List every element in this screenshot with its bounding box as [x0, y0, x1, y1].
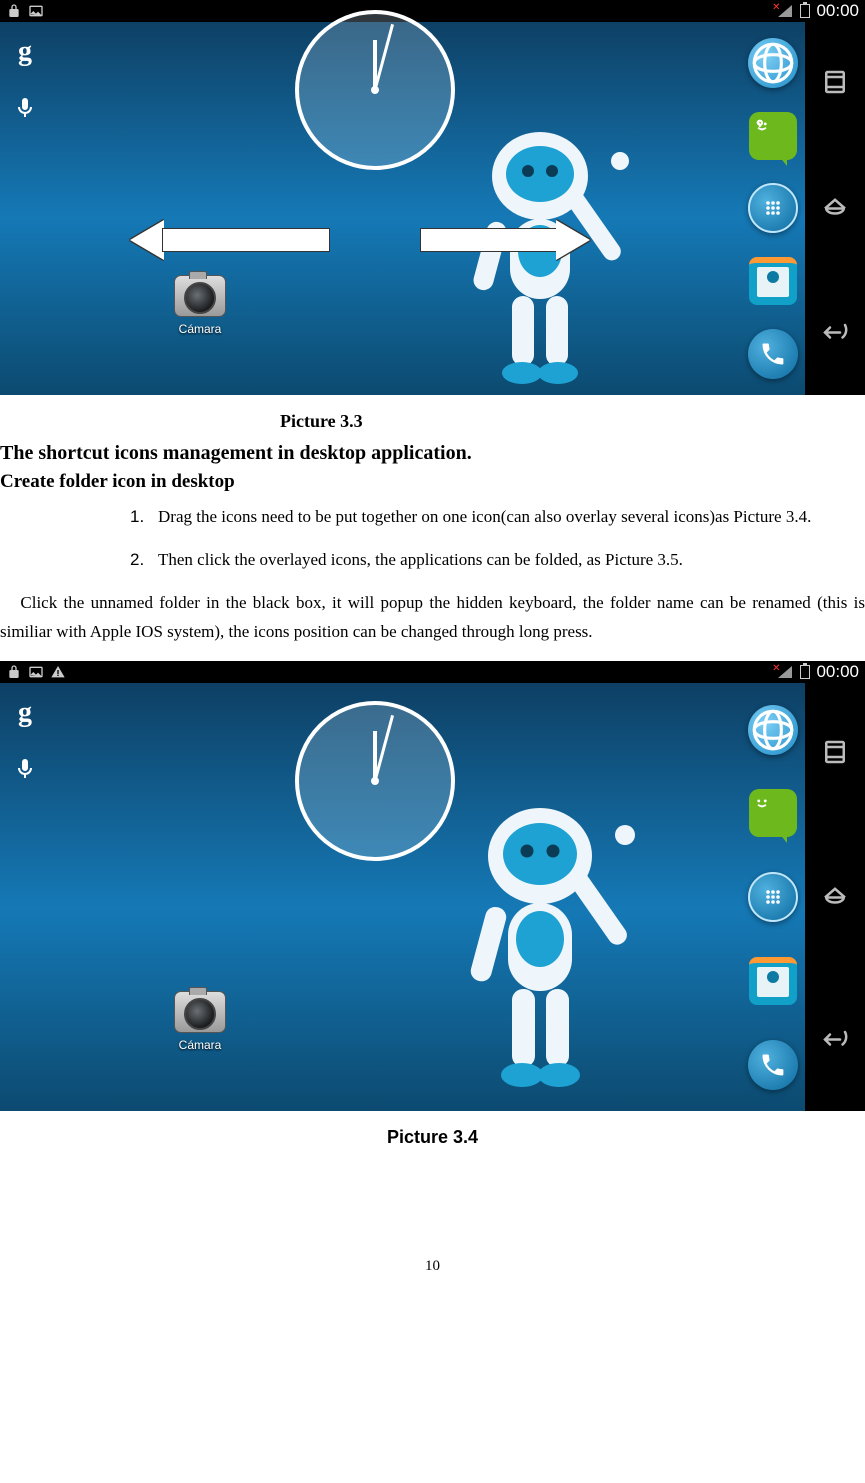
- status-time: 00:00: [816, 662, 859, 682]
- back-button[interactable]: [820, 1022, 850, 1057]
- list-number: 1.: [130, 503, 158, 530]
- list-text: Drag the icons need to be put together o…: [158, 503, 811, 530]
- browser-app[interactable]: [748, 38, 798, 88]
- swipe-left-arrow: [130, 220, 330, 260]
- caption-3-4: Picture 3.4: [0, 1127, 865, 1148]
- caption-3-3: Picture 3.3: [280, 411, 865, 432]
- heading-shortcut-management: The shortcut icons management in desktop…: [0, 442, 865, 465]
- battery-icon: [800, 665, 810, 679]
- browser-app[interactable]: [748, 705, 798, 755]
- apps-drawer[interactable]: [748, 183, 798, 233]
- contacts-app[interactable]: [749, 957, 797, 1005]
- mic-icon[interactable]: [13, 96, 37, 125]
- clock-widget[interactable]: [295, 701, 455, 861]
- messaging-app[interactable]: [749, 112, 797, 160]
- list-number: 2.: [130, 546, 158, 573]
- google-icon[interactable]: g: [18, 697, 32, 729]
- search-bar: g: [0, 22, 50, 395]
- status-time: 00:00: [816, 1, 859, 21]
- swipe-right-arrow: [420, 220, 590, 260]
- home-button[interactable]: [820, 191, 850, 226]
- heading-create-folder: Create folder icon in desktop: [0, 471, 865, 493]
- messaging-app[interactable]: [749, 789, 797, 837]
- camera-app[interactable]: Cámara: [165, 991, 235, 1052]
- recent-apps-button[interactable]: [820, 737, 850, 772]
- signal-icon: [778, 666, 792, 678]
- home-button[interactable]: [820, 880, 850, 915]
- status-bar: ✕ 00:00: [0, 0, 865, 22]
- list-text: Then click the overlayed icons, the appl…: [158, 546, 683, 573]
- recent-apps-button[interactable]: [820, 67, 850, 102]
- picture-icon: [28, 664, 44, 680]
- battery-icon: [800, 4, 810, 18]
- body-paragraph: Click the unnamed folder in the black bo…: [0, 589, 865, 647]
- dock: [743, 687, 803, 1107]
- contacts-app[interactable]: [749, 257, 797, 305]
- list-item: 1. Drag the icons need to be put togethe…: [130, 503, 865, 530]
- apps-drawer[interactable]: [748, 872, 798, 922]
- wallpaper-robot: [440, 761, 640, 1101]
- clock-widget[interactable]: [295, 10, 455, 170]
- back-button[interactable]: [820, 315, 850, 350]
- no-signal-icon: ✕: [772, 663, 780, 674]
- camera-label: Cámara: [165, 1038, 235, 1052]
- google-icon[interactable]: g: [18, 36, 32, 68]
- signal-icon: [778, 5, 792, 17]
- screenshot-picture-3-3: ✕ 00:00 g: [0, 0, 865, 395]
- nav-bar: [805, 683, 865, 1111]
- screenshot-picture-3-4: ✕ 00:00 g Cá: [0, 661, 865, 1111]
- phone-app[interactable]: [748, 329, 798, 379]
- warning-icon: [50, 664, 66, 680]
- dock: [743, 26, 803, 391]
- camera-label: Cámara: [165, 322, 235, 336]
- camera-app[interactable]: Cámara: [165, 275, 235, 336]
- mic-icon[interactable]: [13, 757, 37, 786]
- search-bar: g: [0, 683, 50, 1111]
- no-signal-icon: ✕: [772, 2, 780, 13]
- phone-app[interactable]: [748, 1040, 798, 1090]
- lock-icon: [6, 3, 22, 19]
- list-item: 2. Then click the overlayed icons, the a…: [130, 546, 865, 573]
- lock-icon: [6, 664, 22, 680]
- status-bar: ✕ 00:00: [0, 661, 865, 683]
- nav-bar: [805, 22, 865, 395]
- picture-icon: [28, 3, 44, 19]
- instruction-list: 1. Drag the icons need to be put togethe…: [130, 503, 865, 573]
- camera-icon: [174, 275, 226, 317]
- camera-icon: [174, 991, 226, 1033]
- page-number: 10: [0, 1258, 865, 1275]
